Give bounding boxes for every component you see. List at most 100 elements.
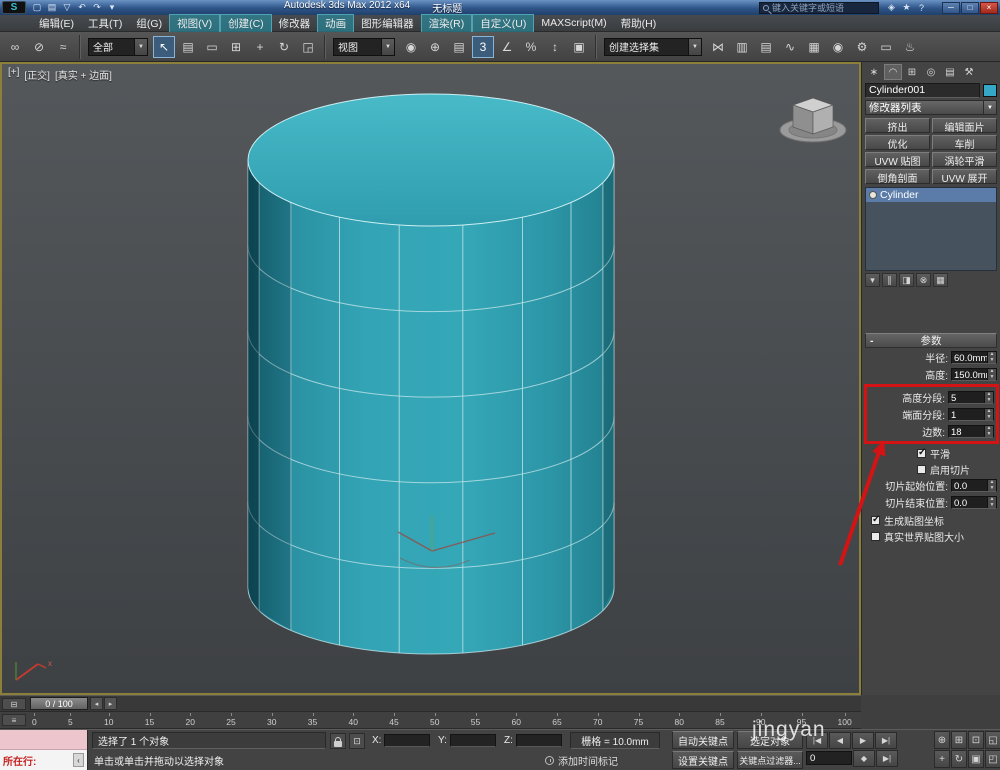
parameter-field[interactable]: 5 [948,391,994,404]
object-color-swatch[interactable] [983,84,997,97]
viewport-shading-menu[interactable]: [真实 + 边面] [55,67,112,82]
spinner[interactable] [987,497,996,508]
make-unique-icon[interactable]: ◨ [899,273,914,287]
parameter-field[interactable]: 1 [948,408,994,421]
viewport-pov-menu[interactable]: [正交] [24,67,50,82]
select-and-move-icon[interactable]: + [249,36,271,58]
previous-frame-button[interactable]: ◀ [829,732,851,749]
open-mini-curve-editor-button[interactable]: ⊟ [2,698,26,710]
scripting-row[interactable]: 所在行: ‹ [0,750,87,770]
maximize-viewport-icon[interactable]: ▣ [968,750,984,768]
menu-item[interactable]: 帮助(H) [614,15,664,32]
y-coordinate-field[interactable] [450,734,496,747]
angle-snap-icon[interactable]: ∠ [496,36,518,58]
next-frame-arrow[interactable]: ▸ [104,697,117,710]
menu-item[interactable]: 工具(T) [81,15,129,32]
named-selection-set-dropdown[interactable]: 创建选择集 [604,38,702,56]
spinner[interactable] [984,392,993,403]
checkbox[interactable] [917,449,926,458]
keyboard-shortcut-override-icon[interactable]: ▤ [448,36,470,58]
object-name-field[interactable]: Cylinder001 [865,83,980,98]
checkbox[interactable] [871,532,880,541]
go-to-start-button[interactable]: |◀ [806,732,828,749]
cylinder-object[interactable] [248,94,614,654]
checkbox-row[interactable]: 启用切片 [917,462,997,476]
menu-item[interactable]: MAXScript(M) [534,16,613,30]
visibility-bulb-icon[interactable] [869,191,877,199]
z-coordinate-field[interactable] [516,734,562,747]
view-cube[interactable] [780,98,846,142]
open-file-icon[interactable]: ▤ [45,1,59,14]
save-file-icon[interactable]: ▽ [60,1,74,14]
curve-editor-icon[interactable]: ∿ [779,36,801,58]
menu-item[interactable]: 视图(V) [169,14,220,33]
orbit-icon[interactable]: ↻ [951,750,967,768]
track-bar-filter-button[interactable]: ≡ [2,714,26,726]
infocenter-favorites-icon[interactable]: ★ [900,2,913,14]
qat-dropdown-icon[interactable]: ▾ [105,1,119,14]
zoom-extents-icon[interactable]: ⊡ [968,731,984,749]
modifier-button[interactable]: 涡轮平滑 [932,152,997,167]
tab-modify-icon[interactable]: ◠ [884,64,902,80]
go-to-end-button[interactable]: ▶| [875,732,897,749]
modifier-button[interactable]: 挤出 [865,118,930,133]
material-editor-icon[interactable]: ◉ [827,36,849,58]
manage-layers-icon[interactable]: ▤ [755,36,777,58]
checkbox-row[interactable]: 生成贴图坐标 [871,513,997,527]
reference-coordinate-dropdown[interactable]: 视图 [333,38,395,56]
modifier-button[interactable]: 编辑面片 [932,118,997,133]
checkbox-row[interactable]: 平滑 [917,446,997,460]
rollout-header[interactable]: - 参数 [865,333,997,348]
select-object-icon[interactable]: ↖ [153,36,175,58]
configure-modifier-sets-icon[interactable]: ▦ [933,273,948,287]
zoom-all-icon[interactable]: ⊞ [951,731,967,749]
rectangular-selection-region-icon[interactable]: ▭ [201,36,223,58]
viewport[interactable]: [+] [正交] [真实 + 边面] [0,62,861,695]
modifier-stack[interactable]: Cylinder [865,187,997,271]
selection-lock-toggle[interactable] [330,733,346,749]
parameter-field[interactable]: 18 [948,425,994,438]
tab-hierarchy-icon[interactable]: ⊞ [903,64,921,80]
pin-stack-icon[interactable]: ▾ [865,273,880,287]
select-and-scale-icon[interactable]: ◲ [297,36,319,58]
application-menu-button[interactable]: S [2,1,26,14]
menu-item[interactable]: 组(G) [129,15,169,32]
tab-motion-icon[interactable]: ◎ [922,64,940,80]
close-button[interactable]: × [980,2,998,14]
current-frame-field[interactable]: 0 [806,751,852,765]
maximize-button[interactable]: □ [961,2,979,14]
previous-frame-arrow[interactable]: ◂ [90,697,103,710]
show-end-result-icon[interactable]: ∥ [882,273,897,287]
modifier-stack-item[interactable]: Cylinder [866,188,996,202]
modifier-button[interactable]: UVW 贴图 [865,152,930,167]
play-button[interactable]: ▶ [852,732,874,749]
next-key-button[interactable]: ▶| [876,750,898,767]
parameter-field[interactable]: 60.0mm [951,351,997,364]
minimize-button[interactable]: ─ [942,2,960,14]
absolute-offset-toggle[interactable]: ⊡ [349,733,365,749]
modifier-list-dropdown[interactable]: 修改器列表 [865,100,997,115]
render-setup-icon[interactable]: ⚙ [851,36,873,58]
undo-icon[interactable]: ↶ [75,1,89,14]
modifier-button[interactable]: UVW 展开 [932,169,997,184]
track-bar[interactable]: ≡ 05101520253035404550556065707580859095… [0,712,861,729]
parameter-field[interactable]: 0.0 [951,496,997,509]
checkbox-row[interactable]: 真实世界贴图大小 [871,529,997,543]
select-and-manipulate-icon[interactable]: ⊕ [424,36,446,58]
modifier-button[interactable]: 优化 [865,135,930,150]
spinner[interactable] [987,369,996,380]
infocenter-help-icon[interactable]: ? [915,2,928,14]
viewport-layout-icon[interactable]: ◰ [985,750,1000,768]
set-key-button[interactable]: 设置关键点 [672,751,734,769]
edit-named-selection-sets-icon[interactable]: ▣ [568,36,590,58]
percent-snap-icon[interactable]: % [520,36,542,58]
infocenter-exchange-icon[interactable]: ◈ [885,2,898,14]
key-filters-button[interactable]: 关键点过滤器... [737,751,803,769]
bind-to-space-warp-icon[interactable]: ≈ [52,36,74,58]
macro-recorder-row[interactable] [0,730,87,750]
spinner[interactable] [984,426,993,437]
viewport-canvas[interactable]: x [2,64,859,691]
zoom-icon[interactable]: ⊕ [934,731,950,749]
modifier-button[interactable]: 倒角剖面 [865,169,930,184]
x-coordinate-field[interactable] [384,734,430,747]
